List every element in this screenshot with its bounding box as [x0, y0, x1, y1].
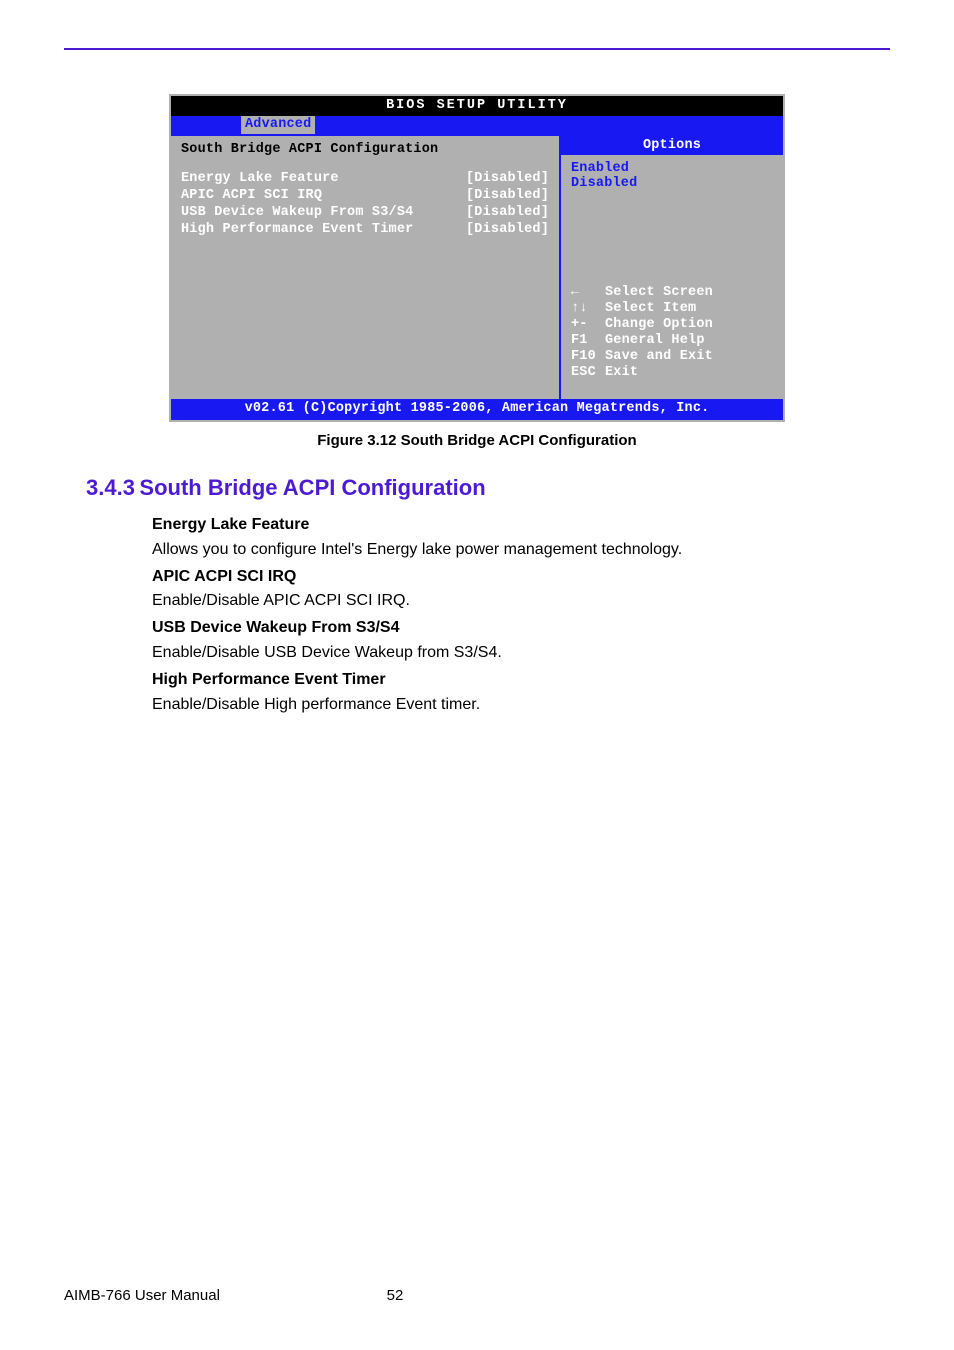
- bios-item[interactable]: High Performance Event Timer [Disabled]: [181, 222, 549, 237]
- bios-options-header: Options: [561, 136, 783, 155]
- bios-item[interactable]: APIC ACPI SCI IRQ [Disabled]: [181, 188, 549, 203]
- bios-item-value: [Disabled]: [466, 188, 549, 203]
- desc-heading: High Performance Event Timer: [152, 668, 890, 693]
- top-rule: [64, 48, 890, 50]
- section-heading: 3.4.3 South Bridge ACPI Configuration: [86, 475, 890, 501]
- key-desc: General Help: [605, 333, 705, 348]
- figure-caption: Figure 3.12 South Bridge ACPI Configurat…: [64, 432, 890, 449]
- page-footer: AIMB-766 User Manual 52: [0, 1287, 954, 1304]
- key-desc: Save and Exit: [605, 349, 713, 364]
- bios-item-value: [Disabled]: [466, 171, 549, 186]
- bios-item-label: Energy Lake Feature: [181, 171, 339, 186]
- bios-item-label: USB Device Wakeup From S3/S4: [181, 205, 413, 220]
- bios-right-panel: Options Enabled Disabled ←Select Screen …: [561, 136, 783, 399]
- desc-heading: APIC ACPI SCI IRQ: [152, 565, 890, 590]
- bios-key-hints: ←Select Screen ↑↓Select Item +-Change Op…: [561, 279, 783, 399]
- desc-text: Allows you to configure Intel's Energy l…: [152, 541, 682, 558]
- bios-title: BIOS SETUP UTILITY: [171, 96, 783, 116]
- desc-text: Enable/Disable APIC ACPI SCI IRQ.: [152, 592, 410, 609]
- bios-item[interactable]: USB Device Wakeup From S3/S4 [Disabled]: [181, 205, 549, 220]
- desc-text: Enable/Disable High performance Event ti…: [152, 696, 480, 713]
- desc-heading: USB Device Wakeup From S3/S4: [152, 616, 890, 641]
- key-icon: ESC: [571, 365, 605, 380]
- bios-section-title: South Bridge ACPI Configuration: [181, 142, 549, 157]
- bios-option[interactable]: Disabled: [571, 176, 773, 191]
- bios-footer: v02.61 (C)Copyright 1985-2006, American …: [171, 399, 783, 420]
- key-desc: Select Item: [605, 301, 696, 316]
- key-icon: F10: [571, 349, 605, 364]
- section-number: 3.4.3: [86, 475, 135, 500]
- key-desc: Select Screen: [605, 285, 713, 300]
- section-title: South Bridge ACPI Configuration: [139, 475, 485, 500]
- bios-tabbar: Advanced: [171, 116, 783, 136]
- bios-item-label: APIC ACPI SCI IRQ: [181, 188, 322, 203]
- key-icon: ↑↓: [571, 301, 605, 316]
- bios-item-value: [Disabled]: [466, 222, 549, 237]
- bios-item[interactable]: Energy Lake Feature [Disabled]: [181, 171, 549, 186]
- bios-options: Enabled Disabled: [561, 155, 783, 279]
- bios-item-value: [Disabled]: [466, 205, 549, 220]
- bios-tab-advanced[interactable]: Advanced: [241, 116, 315, 134]
- manual-name: AIMB-766 User Manual: [64, 1287, 220, 1304]
- key-desc: Exit: [605, 365, 638, 380]
- bios-screenshot: BIOS SETUP UTILITY Advanced South Bridge…: [169, 94, 785, 422]
- key-icon: F1: [571, 333, 605, 348]
- page-number: 52: [387, 1287, 404, 1304]
- desc-heading: Energy Lake Feature: [152, 513, 890, 538]
- desc-text: Enable/Disable USB Device Wakeup from S3…: [152, 644, 502, 661]
- bios-item-label: High Performance Event Timer: [181, 222, 413, 237]
- bios-left-panel: South Bridge ACPI Configuration Energy L…: [171, 136, 561, 399]
- key-desc: Change Option: [605, 317, 713, 332]
- bios-option[interactable]: Enabled: [571, 161, 773, 176]
- key-icon: +-: [571, 317, 605, 332]
- key-icon: ←: [571, 285, 605, 300]
- description-block: Energy Lake Feature Allows you to config…: [152, 513, 890, 717]
